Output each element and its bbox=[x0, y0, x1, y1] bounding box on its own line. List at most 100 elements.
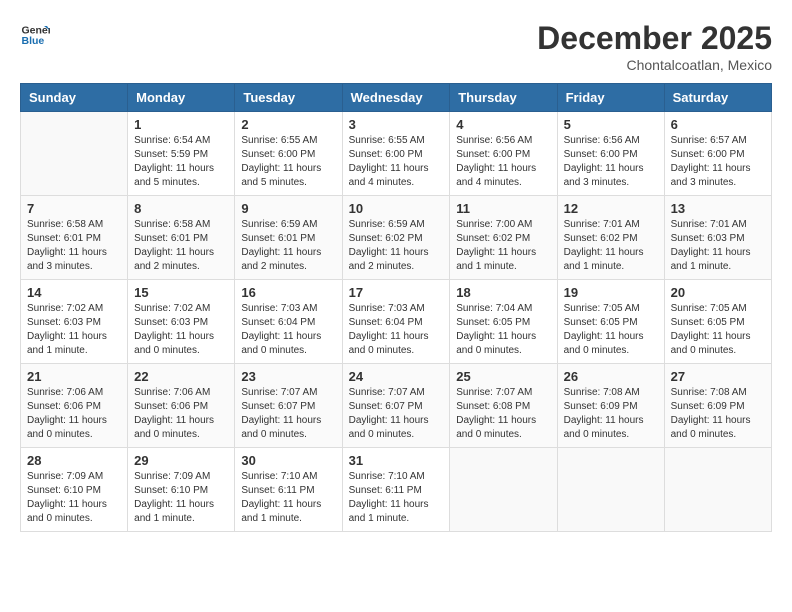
calendar-cell: 6 Sunrise: 6:57 AM Sunset: 6:00 PM Daylig… bbox=[664, 112, 771, 196]
day-info: Sunrise: 6:55 AM Sunset: 6:00 PM Dayligh… bbox=[241, 134, 335, 190]
day-number: 5 bbox=[564, 117, 658, 132]
day-number: 8 bbox=[134, 201, 228, 216]
day-info: Sunrise: 7:03 AM Sunset: 6:04 PM Dayligh… bbox=[349, 302, 444, 358]
calendar-cell: 29 Sunrise: 7:09 AM Sunset: 6:10 PM Dayli… bbox=[128, 448, 235, 532]
day-number: 29 bbox=[134, 453, 228, 468]
week-row-2: 7 Sunrise: 6:58 AM Sunset: 6:01 PM Daylig… bbox=[21, 196, 772, 280]
header-saturday: Saturday bbox=[664, 84, 771, 112]
day-number: 30 bbox=[241, 453, 335, 468]
calendar-cell: 31Sunrise: 7:10 AM Sunset: 6:11 PM Dayli… bbox=[342, 448, 450, 532]
day-number: 16 bbox=[241, 285, 335, 300]
calendar-table: Sunday Monday Tuesday Wednesday Thursday… bbox=[20, 83, 772, 532]
calendar-cell bbox=[450, 448, 557, 532]
day-number: 28 bbox=[27, 453, 121, 468]
day-number: 25 bbox=[456, 369, 550, 384]
day-number: 22 bbox=[134, 369, 228, 384]
day-info: Sunrise: 6:58 AM Sunset: 6:01 PM Dayligh… bbox=[27, 218, 121, 274]
calendar-cell: 27 Sunrise: 7:08 AM Sunset: 6:09 PM Dayli… bbox=[664, 364, 771, 448]
calendar-cell bbox=[21, 112, 128, 196]
calendar-header-row: Sunday Monday Tuesday Wednesday Thursday… bbox=[21, 84, 772, 112]
day-number: 17 bbox=[349, 285, 444, 300]
day-number: 20 bbox=[671, 285, 765, 300]
day-info: Sunrise: 7:06 AM Sunset: 6:06 PM Dayligh… bbox=[27, 386, 121, 442]
logo: General Blue bbox=[20, 20, 54, 50]
day-info: Sunrise: 6:59 AM Sunset: 6:01 PM Dayligh… bbox=[241, 218, 335, 274]
day-info: Sunrise: 7:04 AM Sunset: 6:05 PM Dayligh… bbox=[456, 302, 550, 358]
day-number: 26 bbox=[564, 369, 658, 384]
day-number: 27 bbox=[671, 369, 765, 384]
day-info: Sunrise: 7:09 AM Sunset: 6:10 PM Dayligh… bbox=[27, 470, 121, 526]
calendar-cell: 17 Sunrise: 7:03 AM Sunset: 6:04 PM Dayli… bbox=[342, 280, 450, 364]
day-info: Sunrise: 7:10 AM Sunset: 6:11 PM Dayligh… bbox=[241, 470, 335, 526]
day-number: 6 bbox=[671, 117, 765, 132]
day-info: Sunrise: 7:07 AM Sunset: 6:07 PM Dayligh… bbox=[241, 386, 335, 442]
day-info: Sunrise: 7:02 AM Sunset: 6:03 PM Dayligh… bbox=[134, 302, 228, 358]
week-row-3: 14 Sunrise: 7:02 AM Sunset: 6:03 PM Dayli… bbox=[21, 280, 772, 364]
header-monday: Monday bbox=[128, 84, 235, 112]
calendar-cell: 23 Sunrise: 7:07 AM Sunset: 6:07 PM Dayli… bbox=[235, 364, 342, 448]
calendar-cell: 9 Sunrise: 6:59 AM Sunset: 6:01 PM Daylig… bbox=[235, 196, 342, 280]
calendar-cell: 16Sunrise: 7:03 AM Sunset: 6:04 PM Dayli… bbox=[235, 280, 342, 364]
calendar-cell: 13Sunrise: 7:01 AM Sunset: 6:03 PM Dayli… bbox=[664, 196, 771, 280]
day-info: Sunrise: 7:07 AM Sunset: 6:07 PM Dayligh… bbox=[349, 386, 444, 442]
logo-icon: General Blue bbox=[20, 20, 50, 50]
day-info: Sunrise: 7:05 AM Sunset: 6:05 PM Dayligh… bbox=[564, 302, 658, 358]
header-thursday: Thursday bbox=[450, 84, 557, 112]
day-number: 3 bbox=[349, 117, 444, 132]
day-info: Sunrise: 7:07 AM Sunset: 6:08 PM Dayligh… bbox=[456, 386, 550, 442]
calendar-cell: 22Sunrise: 7:06 AM Sunset: 6:06 PM Dayli… bbox=[128, 364, 235, 448]
calendar-cell: 3 Sunrise: 6:55 AM Sunset: 6:00 PM Daylig… bbox=[342, 112, 450, 196]
day-info: Sunrise: 6:58 AM Sunset: 6:01 PM Dayligh… bbox=[134, 218, 228, 274]
calendar-cell: 1 Sunrise: 6:54 AM Sunset: 5:59 PM Daylig… bbox=[128, 112, 235, 196]
calendar-cell: 5 Sunrise: 6:56 AM Sunset: 6:00 PM Daylig… bbox=[557, 112, 664, 196]
calendar-cell: 11Sunrise: 7:00 AM Sunset: 6:02 PM Dayli… bbox=[450, 196, 557, 280]
day-number: 4 bbox=[456, 117, 550, 132]
day-number: 9 bbox=[241, 201, 335, 216]
svg-text:Blue: Blue bbox=[22, 35, 45, 47]
page-header: General Blue December 2025 Chontalcoatla… bbox=[20, 20, 772, 73]
week-row-4: 21 Sunrise: 7:06 AM Sunset: 6:06 PM Dayli… bbox=[21, 364, 772, 448]
calendar-cell: 28 Sunrise: 7:09 AM Sunset: 6:10 PM Dayli… bbox=[21, 448, 128, 532]
day-info: Sunrise: 6:59 AM Sunset: 6:02 PM Dayligh… bbox=[349, 218, 444, 274]
header-tuesday: Tuesday bbox=[235, 84, 342, 112]
header-friday: Friday bbox=[557, 84, 664, 112]
day-info: Sunrise: 7:09 AM Sunset: 6:10 PM Dayligh… bbox=[134, 470, 228, 526]
day-info: Sunrise: 7:08 AM Sunset: 6:09 PM Dayligh… bbox=[671, 386, 765, 442]
day-info: Sunrise: 6:54 AM Sunset: 5:59 PM Dayligh… bbox=[134, 134, 228, 190]
header-sunday: Sunday bbox=[21, 84, 128, 112]
calendar-cell: 20Sunrise: 7:05 AM Sunset: 6:05 PM Dayli… bbox=[664, 280, 771, 364]
calendar-cell: 2 Sunrise: 6:55 AM Sunset: 6:00 PM Daylig… bbox=[235, 112, 342, 196]
day-number: 11 bbox=[456, 201, 550, 216]
calendar-cell: 24 Sunrise: 7:07 AM Sunset: 6:07 PM Dayli… bbox=[342, 364, 450, 448]
calendar-cell bbox=[557, 448, 664, 532]
location-title: Chontalcoatlan, Mexico bbox=[537, 57, 772, 73]
calendar-cell: 30 Sunrise: 7:10 AM Sunset: 6:11 PM Dayli… bbox=[235, 448, 342, 532]
calendar-cell: 25 Sunrise: 7:07 AM Sunset: 6:08 PM Dayli… bbox=[450, 364, 557, 448]
calendar-cell: 19Sunrise: 7:05 AM Sunset: 6:05 PM Dayli… bbox=[557, 280, 664, 364]
day-number: 23 bbox=[241, 369, 335, 384]
day-info: Sunrise: 6:56 AM Sunset: 6:00 PM Dayligh… bbox=[456, 134, 550, 190]
week-row-1: 1 Sunrise: 6:54 AM Sunset: 5:59 PM Daylig… bbox=[21, 112, 772, 196]
day-info: Sunrise: 7:02 AM Sunset: 6:03 PM Dayligh… bbox=[27, 302, 121, 358]
day-info: Sunrise: 7:08 AM Sunset: 6:09 PM Dayligh… bbox=[564, 386, 658, 442]
calendar-cell: 14 Sunrise: 7:02 AM Sunset: 6:03 PM Dayli… bbox=[21, 280, 128, 364]
day-number: 2 bbox=[241, 117, 335, 132]
day-number: 14 bbox=[27, 285, 121, 300]
day-number: 12 bbox=[564, 201, 658, 216]
day-number: 31 bbox=[349, 453, 444, 468]
day-number: 24 bbox=[349, 369, 444, 384]
day-number: 7 bbox=[27, 201, 121, 216]
calendar-cell: 12 Sunrise: 7:01 AM Sunset: 6:02 PM Dayli… bbox=[557, 196, 664, 280]
calendar-cell: 26 Sunrise: 7:08 AM Sunset: 6:09 PM Dayli… bbox=[557, 364, 664, 448]
day-info: Sunrise: 6:56 AM Sunset: 6:00 PM Dayligh… bbox=[564, 134, 658, 190]
calendar-cell: 10Sunrise: 6:59 AM Sunset: 6:02 PM Dayli… bbox=[342, 196, 450, 280]
day-info: Sunrise: 7:01 AM Sunset: 6:03 PM Dayligh… bbox=[671, 218, 765, 274]
day-info: Sunrise: 7:01 AM Sunset: 6:02 PM Dayligh… bbox=[564, 218, 658, 274]
day-info: Sunrise: 6:55 AM Sunset: 6:00 PM Dayligh… bbox=[349, 134, 444, 190]
month-title: December 2025 bbox=[537, 20, 772, 57]
day-number: 21 bbox=[27, 369, 121, 384]
calendar-cell: 8 Sunrise: 6:58 AM Sunset: 6:01 PM Daylig… bbox=[128, 196, 235, 280]
day-number: 1 bbox=[134, 117, 228, 132]
calendar-cell: 21 Sunrise: 7:06 AM Sunset: 6:06 PM Dayli… bbox=[21, 364, 128, 448]
day-info: Sunrise: 6:57 AM Sunset: 6:00 PM Dayligh… bbox=[671, 134, 765, 190]
